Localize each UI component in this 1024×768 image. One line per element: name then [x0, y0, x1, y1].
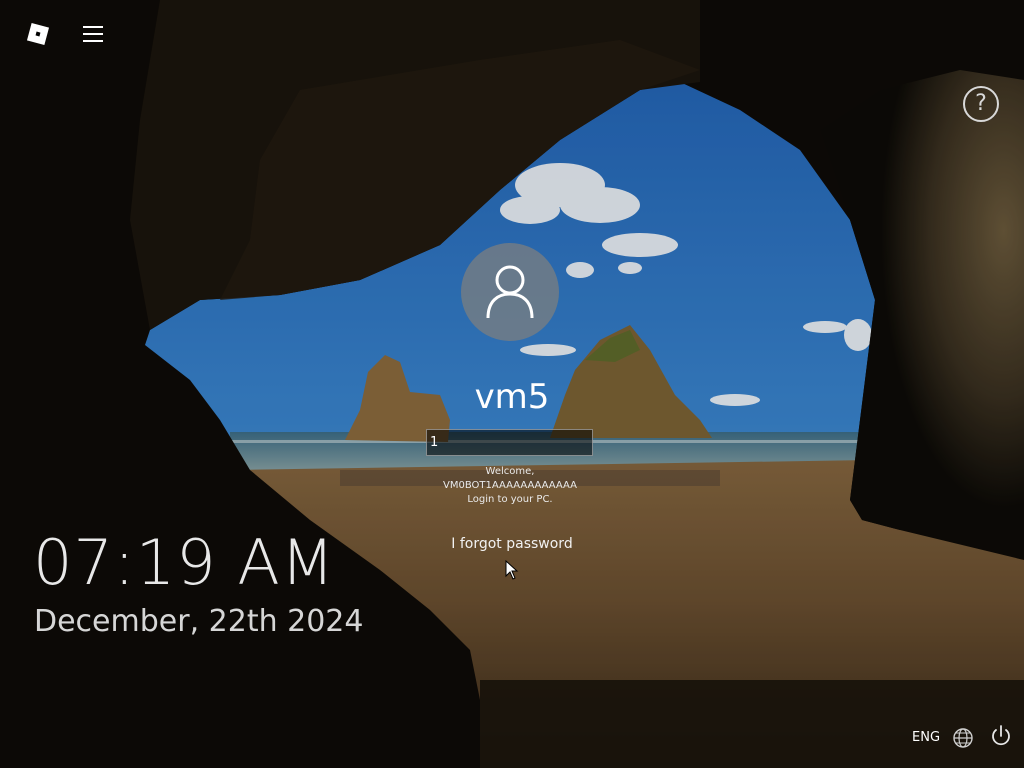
lock-screen: ? vm5 Welcome, VM0BOT1AAAAAAAAAAAA Login… — [0, 0, 1024, 768]
roblox-logo-icon — [26, 22, 50, 46]
globe-icon[interactable] — [952, 727, 974, 749]
welcome-line: VM0BOT1AAAAAAAAAAAA — [442, 480, 577, 491]
user-icon — [486, 265, 534, 319]
language-indicator[interactable]: ENG — [912, 730, 940, 745]
welcome-message: Welcome, VM0BOT1AAAAAAAAAAAA Login to yo… — [410, 465, 610, 507]
clock-date: December, 22th 2024 — [34, 604, 364, 639]
username-label: vm5 — [474, 377, 550, 417]
power-icon[interactable] — [990, 724, 1012, 748]
welcome-line: Login to your PC. — [467, 494, 553, 505]
help-icon[interactable]: ? — [963, 86, 999, 122]
clock-time: 07:19 AM — [33, 526, 336, 599]
user-avatar — [461, 243, 559, 341]
welcome-line: Welcome, — [485, 466, 535, 477]
forgot-password-link[interactable]: I forgot password — [412, 536, 612, 552]
mouse-cursor-icon — [505, 560, 519, 580]
password-input[interactable] — [426, 429, 593, 456]
hamburger-menu-icon[interactable] — [83, 24, 105, 44]
